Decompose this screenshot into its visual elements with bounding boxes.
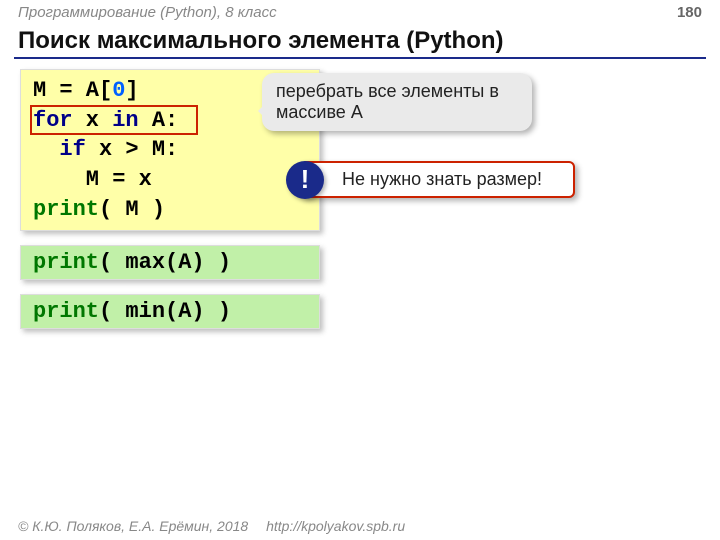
title-underline <box>14 57 706 59</box>
footer-url[interactable]: http://kpolyakov.spb.ru <box>266 518 405 534</box>
code-line-4: M = x <box>33 165 307 195</box>
copyright: © К.Ю. Поляков, Е.А. Ерёмин, 2018 <box>18 518 248 534</box>
breadcrumb: Программирование (Python), 8 класс <box>18 4 277 21</box>
code-line-5: print( M ) <box>33 195 307 225</box>
callout-grey-text: перебрать все элементы в массиве A <box>276 81 499 122</box>
code-block-max: print( max(A) ) <box>20 245 320 280</box>
exclamation-icon: ! <box>286 161 324 199</box>
footer: © К.Ю. Поляков, Е.А. Ерёмин, 2018 http:/… <box>18 518 405 534</box>
page-number: 180 <box>677 4 702 21</box>
header-bar: Программирование (Python), 8 класс 180 <box>0 0 720 21</box>
callout-red-text: Не нужно знать размер! <box>342 169 542 189</box>
content-area: M = A[0] for x in A: if x > M: M = x pri… <box>0 69 720 329</box>
page-title: Поиск максимального элемента (Python) <box>0 21 720 57</box>
code-line-3: if x > M: <box>33 135 307 165</box>
callout-red: ! Не нужно знать размер! <box>300 161 575 198</box>
code-block-min: print( min(A) ) <box>20 294 320 329</box>
callout-grey: перебрать все элементы в массиве A <box>262 73 532 131</box>
